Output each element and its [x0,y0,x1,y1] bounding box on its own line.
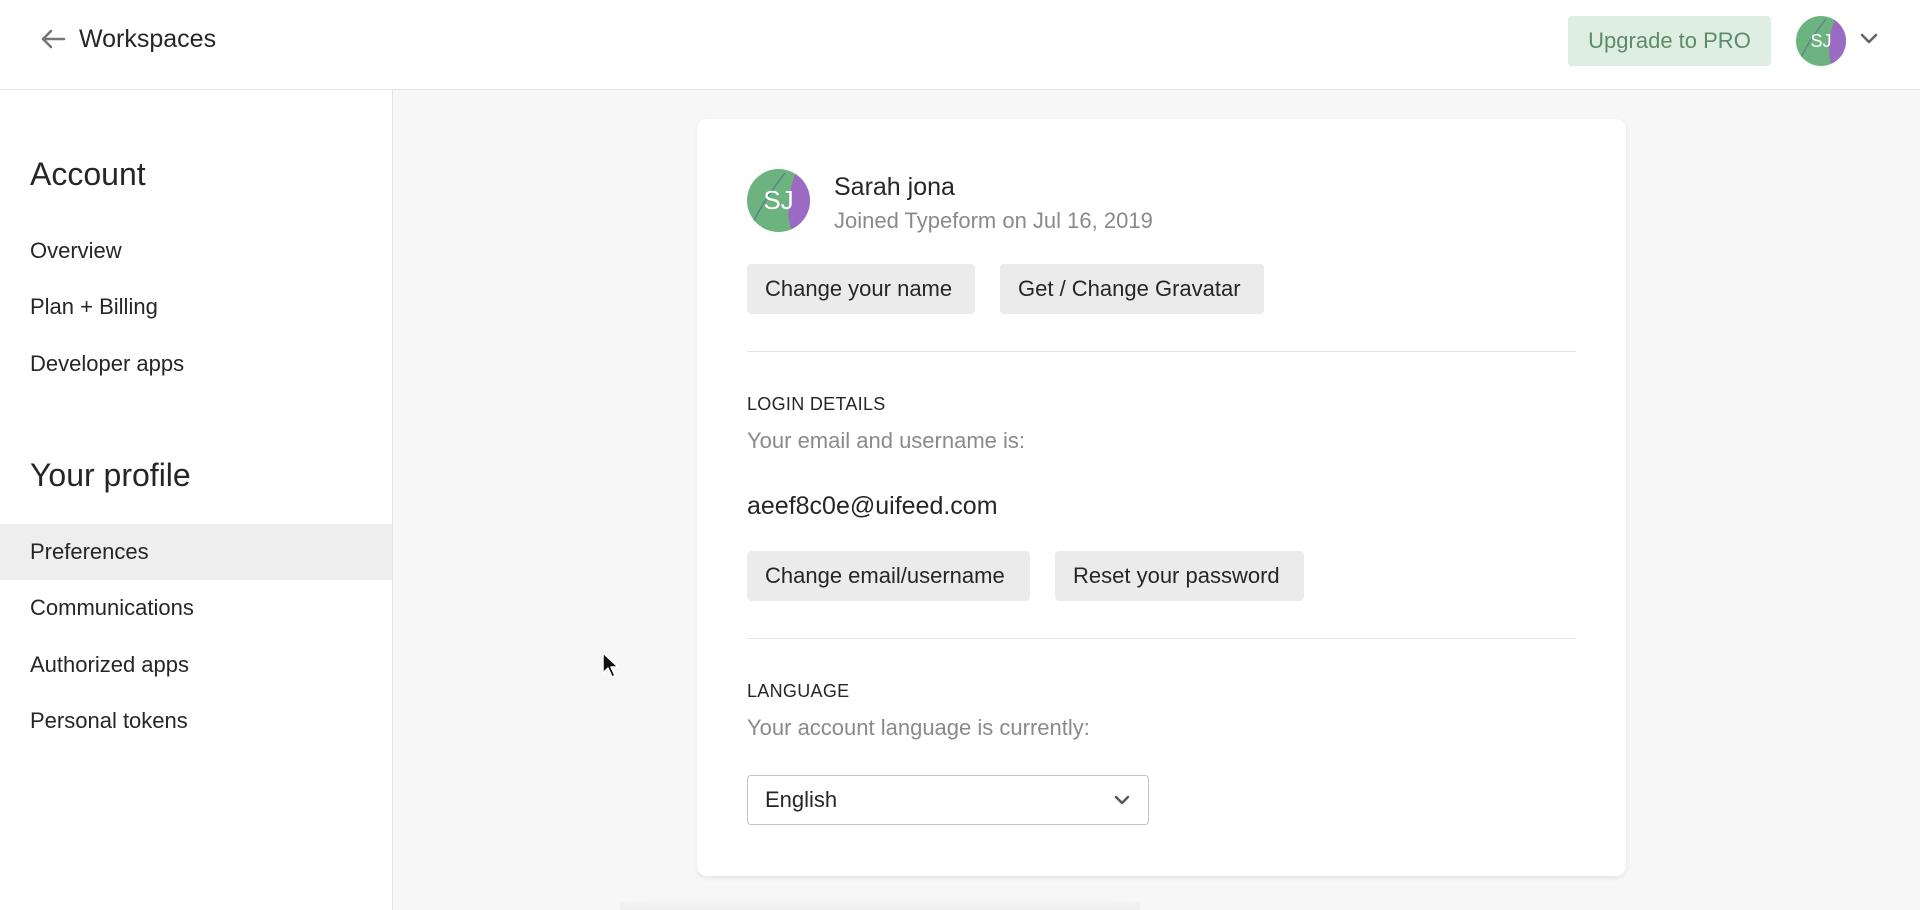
page-bottom-shadow [620,896,1140,910]
upgrade-to-pro-button[interactable]: Upgrade to PRO [1568,16,1771,66]
login-details-title: LOGIN DETAILS [747,394,886,414]
back-button[interactable] [38,24,68,54]
email-value: aeef8c0e@uifeed.com [747,492,998,520]
sidebar-heading-your-profile: Your profile [30,457,191,493]
language-description: Your account language is currently: [747,715,1090,740]
joined-date: Joined Typeform on Jul 16, 2019 [834,208,1153,233]
login-details-description: Your email and username is: [747,428,1026,453]
user-name: Sarah jona [834,173,955,201]
arrow-left-icon [41,29,66,49]
chevron-down-icon [1860,33,1878,44]
sidebar-item-developer-apps[interactable]: Developer apps [0,336,392,392]
reset-password-button[interactable]: Reset your password [1055,551,1304,601]
top-bar: Workspaces Upgrade to PRO SJ [0,0,1920,90]
sidebar-item-overview[interactable]: Overview [0,223,392,279]
mouse-cursor-icon [602,652,619,678]
language-title: LANGUAGE [747,681,850,701]
profile-avatar: SJ [747,169,810,232]
sidebar-item-preferences[interactable]: Preferences [0,524,392,580]
language-selected-value: English [765,787,838,812]
language-select[interactable]: English [747,775,1149,825]
preferences-card: SJ Sarah jona Joined Typeform on Jul 16,… [697,119,1626,876]
avatar-initials: SJ [1810,30,1832,51]
sidebar-heading-account: Account [30,156,146,192]
section-divider [747,638,1576,639]
change-name-button[interactable]: Change your name [747,264,975,314]
chevron-down-icon [1114,795,1130,805]
change-email-button[interactable]: Change email/username [747,551,1030,601]
sidebar: Account Overview Plan + Billing Develope… [0,90,393,910]
user-avatar[interactable]: SJ [1796,16,1846,66]
sidebar-item-plan-billing[interactable]: Plan + Billing [0,279,392,335]
section-divider [747,351,1576,352]
sidebar-item-authorized-apps[interactable]: Authorized apps [0,637,392,693]
sidebar-item-communications[interactable]: Communications [0,580,392,636]
account-menu-toggle[interactable] [1858,28,1880,50]
avatar-initials: SJ [763,185,794,215]
workspaces-link[interactable]: Workspaces [79,25,216,54]
change-gravatar-button[interactable]: Get / Change Gravatar [1000,264,1264,314]
sidebar-item-personal-tokens[interactable]: Personal tokens [0,693,392,749]
